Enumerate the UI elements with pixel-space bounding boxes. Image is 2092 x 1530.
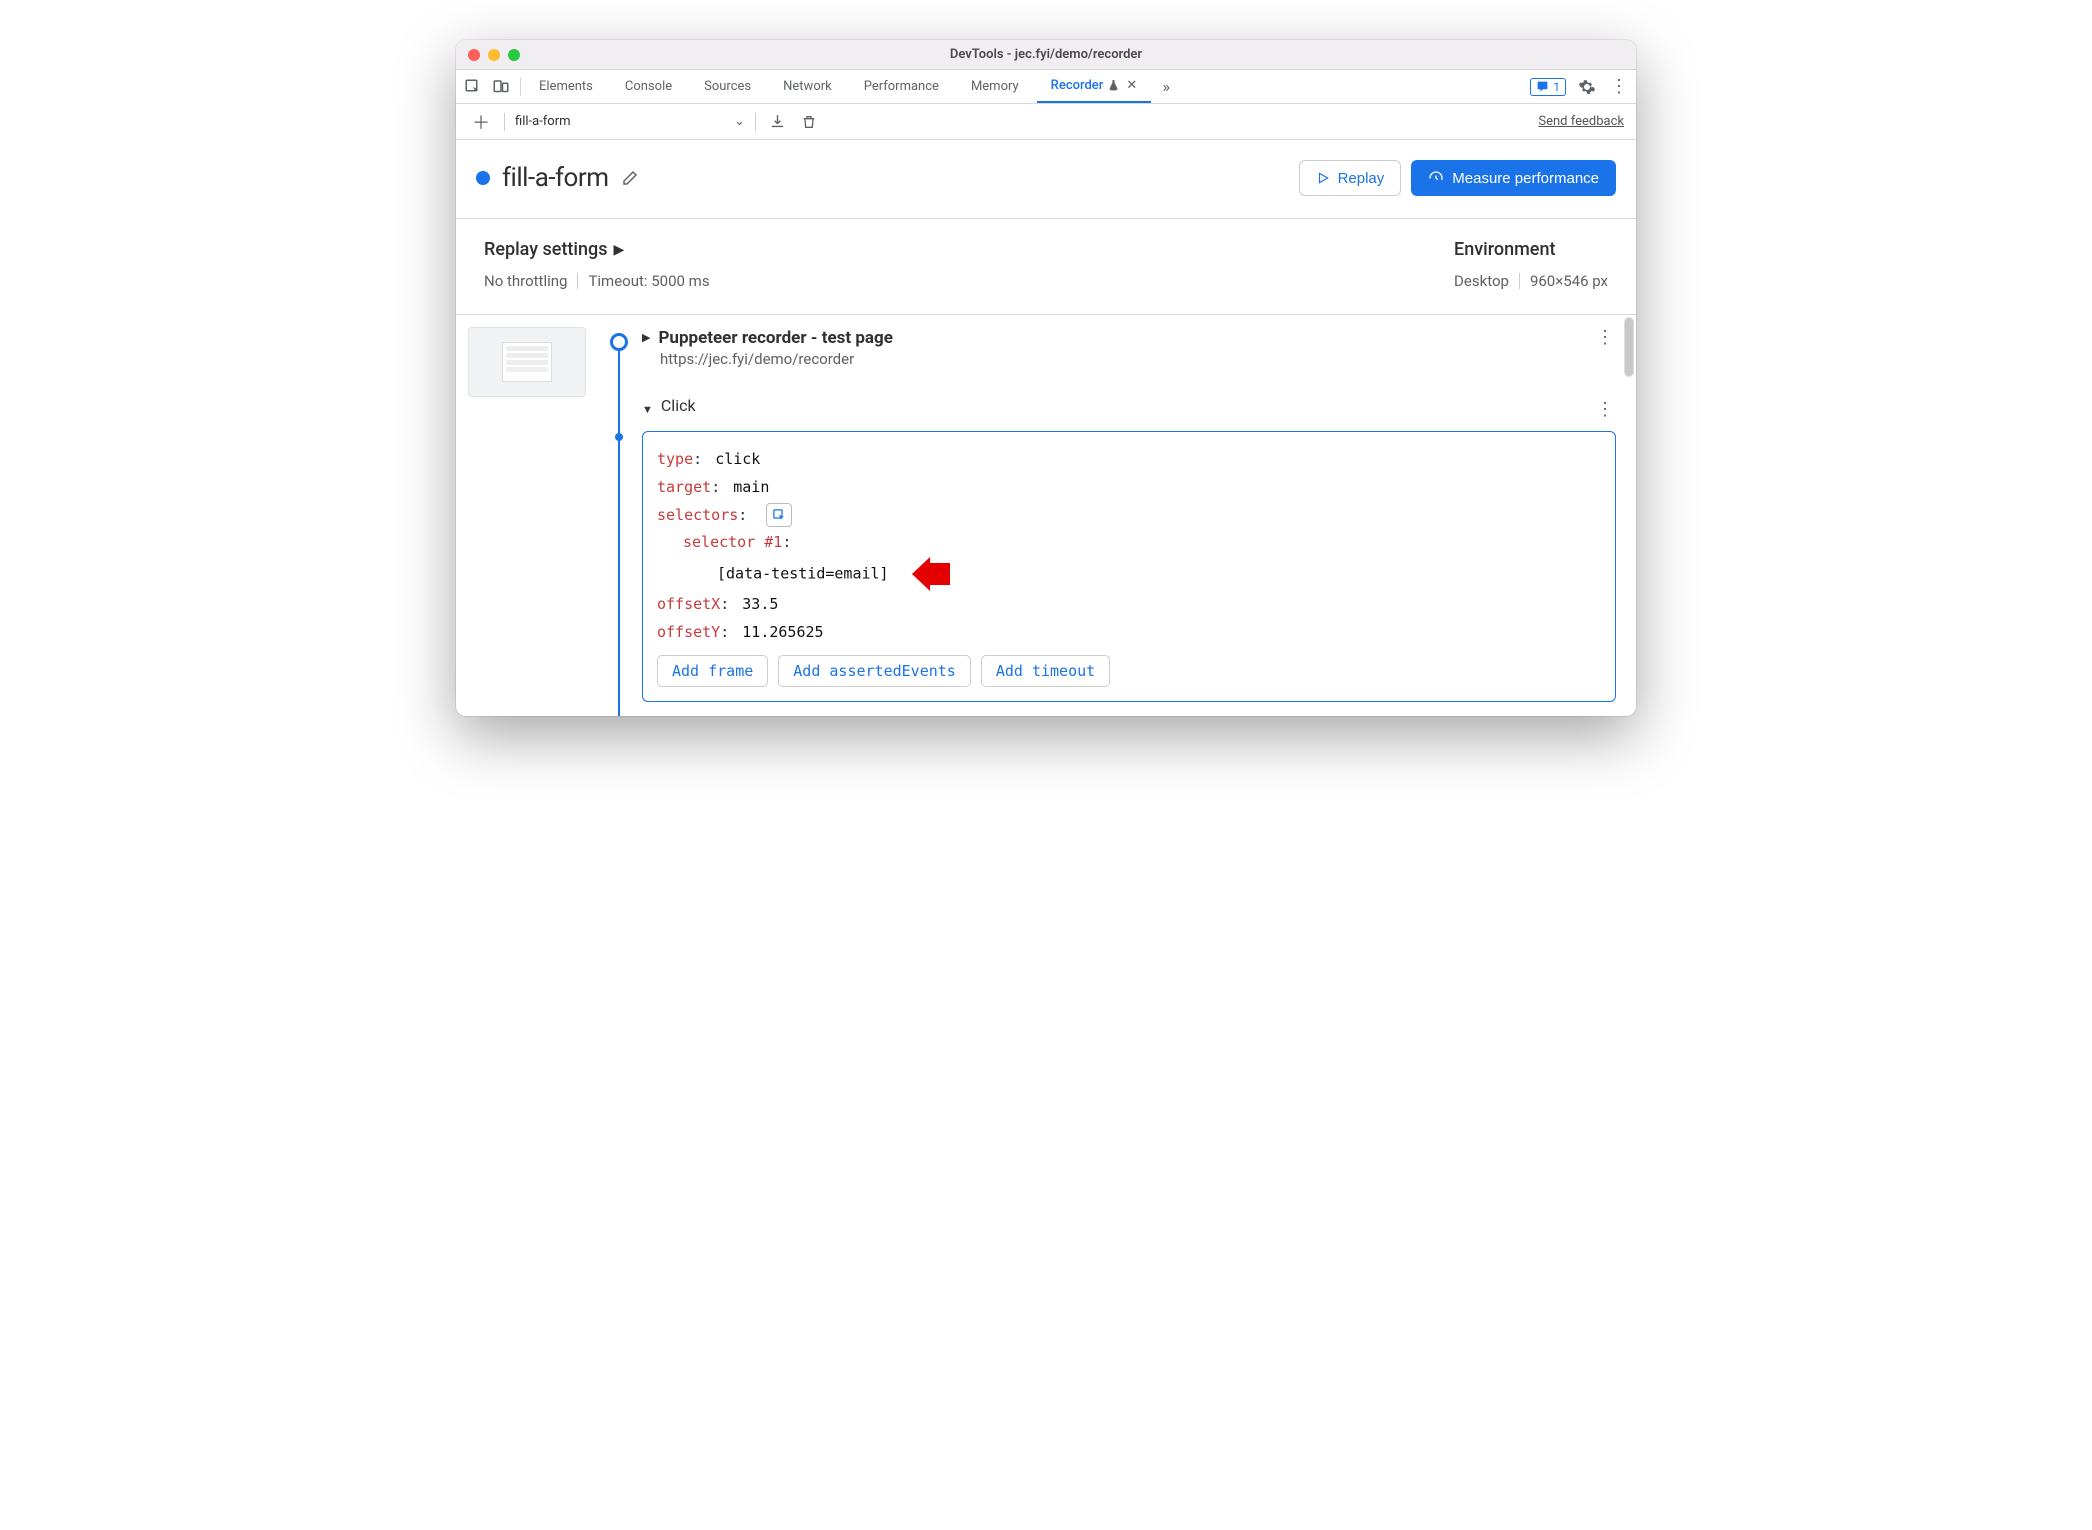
edit-icon[interactable] (621, 169, 639, 187)
replay-button[interactable]: Replay (1299, 160, 1402, 196)
step-menu-icon[interactable]: ⋮ (1596, 399, 1614, 420)
recording-select-name: fill-a-form (515, 114, 734, 129)
timeout-value: Timeout: 5000 ms (588, 272, 709, 290)
measure-label: Measure performance (1452, 170, 1599, 187)
window-close[interactable] (468, 49, 480, 61)
scrollbar-thumb[interactable] (1624, 317, 1634, 377)
send-feedback-link[interactable]: Send feedback (1538, 114, 1624, 129)
tab-performance[interactable]: Performance (850, 70, 953, 103)
kv-type[interactable]: type: click (657, 446, 1601, 474)
tab-memory[interactable]: Memory (957, 70, 1033, 103)
pick-selector-icon[interactable] (766, 503, 792, 527)
inspect-icon[interactable] (462, 76, 484, 98)
window-title: DevTools - jec.fyi/demo/recorder (456, 47, 1636, 62)
tab-recorder-label: Recorder (1051, 78, 1104, 93)
issues-badge[interactable]: 1 (1530, 78, 1566, 96)
traffic-lights (468, 49, 520, 61)
settings-row: Replay settings ▶ No throttling Timeout:… (456, 219, 1636, 315)
add-frame-button[interactable]: Add frame (657, 655, 768, 687)
env-size: 960×546 px (1530, 272, 1608, 290)
step-initial-title: Puppeteer recorder - test page (658, 328, 892, 348)
step-menu-icon[interactable]: ⋮ (1596, 327, 1614, 348)
step-detail-box: type: click target: main selectors: (642, 431, 1616, 702)
kv-offsety[interactable]: offsetY: 11.265625 (657, 619, 1601, 647)
tab-elements[interactable]: Elements (525, 70, 607, 103)
status-dot (476, 171, 490, 185)
kv-selector-1-label[interactable]: selector #1: (657, 529, 1601, 557)
timeline-node-click (615, 433, 623, 441)
replay-settings[interactable]: Replay settings ▶ No throttling Timeout:… (484, 239, 710, 290)
kv-selectors[interactable]: selectors: (657, 502, 1601, 530)
kebab-icon[interactable]: ⋮ (1608, 76, 1630, 98)
environment-settings: Environment Desktop 960×546 px (1454, 239, 1608, 290)
gear-icon[interactable] (1576, 76, 1598, 98)
divider (1519, 273, 1520, 289)
issues-count: 1 (1553, 80, 1560, 94)
replay-label: Replay (1338, 170, 1385, 187)
divider (755, 113, 756, 131)
add-recording-icon[interactable]: ＋ (468, 109, 494, 135)
add-timeout-button[interactable]: Add timeout (981, 655, 1110, 687)
expand-icon[interactable]: ▶ (642, 331, 650, 344)
device-toolbar-icon[interactable] (490, 76, 512, 98)
tab-network[interactable]: Network (769, 70, 846, 103)
recording-title: fill-a-form (502, 163, 609, 193)
add-asserted-events-button[interactable]: Add assertedEvents (778, 655, 971, 687)
divider (504, 113, 505, 131)
titlebar: DevTools - jec.fyi/demo/recorder (456, 40, 1636, 70)
measure-performance-button[interactable]: Measure performance (1411, 160, 1616, 196)
kv-offsetx[interactable]: offsetX: 33.5 (657, 591, 1601, 619)
replay-settings-title: Replay settings (484, 239, 608, 260)
more-tabs-icon[interactable]: » (1155, 76, 1177, 98)
kv-selector-1-value[interactable]: [data-testid=email] (657, 557, 1601, 591)
window-maximize[interactable] (508, 49, 520, 61)
devtools-tabs: Elements Console Sources Network Perform… (456, 70, 1636, 104)
annotation-arrow-icon (910, 557, 952, 591)
timeline-line (618, 341, 620, 716)
throttling-value: No throttling (484, 272, 567, 290)
environment-title: Environment (1454, 239, 1555, 260)
page-thumbnail (468, 327, 586, 397)
env-device: Desktop (1454, 272, 1509, 290)
divider (577, 273, 578, 289)
recording-select[interactable]: fill-a-form ⌄ (515, 114, 745, 129)
delete-icon[interactable] (798, 111, 820, 133)
step-click: ▼ Click ⋮ type: click target: main selec… (642, 396, 1636, 716)
steps-panel: ▶ Puppeteer recorder - test page ⋮ https… (456, 315, 1636, 716)
tab-console[interactable]: Console (611, 70, 686, 103)
timeline-node-start (610, 333, 628, 351)
step-initial: ▶ Puppeteer recorder - test page ⋮ https… (642, 327, 1636, 382)
chevron-down-icon: ⌄ (734, 114, 745, 129)
recording-header: fill-a-form Replay Measure performance (456, 140, 1636, 219)
chevron-right-icon: ▶ (614, 242, 625, 258)
tab-recorder[interactable]: Recorder ✕ (1037, 70, 1152, 103)
kv-target[interactable]: target: main (657, 474, 1601, 502)
recorder-toolbar: ＋ fill-a-form ⌄ Send feedback (456, 104, 1636, 140)
window-minimize[interactable] (488, 49, 500, 61)
collapse-icon[interactable]: ▼ (642, 403, 653, 416)
timeline: ▶ Puppeteer recorder - test page ⋮ https… (606, 327, 1636, 716)
tab-sources[interactable]: Sources (690, 70, 765, 103)
tab-close-icon[interactable]: ✕ (1126, 78, 1137, 93)
devtools-window: DevTools - jec.fyi/demo/recorder Element… (456, 40, 1636, 716)
flask-icon (1107, 79, 1120, 92)
export-icon[interactable] (766, 111, 788, 133)
step-initial-url: https://jec.fyi/demo/recorder (660, 350, 1636, 368)
step-click-title: Click (661, 396, 696, 415)
